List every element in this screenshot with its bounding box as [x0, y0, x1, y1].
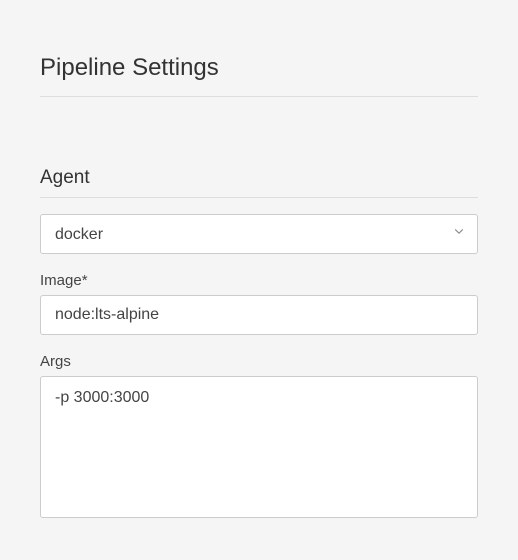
args-textarea[interactable]: -p 3000:3000: [40, 376, 478, 518]
image-field: Image*: [40, 272, 478, 335]
image-input[interactable]: [40, 295, 478, 335]
image-label: Image*: [40, 272, 478, 289]
args-label: Args: [40, 353, 478, 370]
agent-type-select[interactable]: docker: [40, 214, 478, 254]
agent-type-select-wrap: docker: [40, 214, 478, 254]
agent-section-title: Agent: [40, 167, 478, 198]
page-title: Pipeline Settings: [40, 54, 478, 97]
args-field: Args -p 3000:3000: [40, 353, 478, 523]
agent-type-field: docker: [40, 214, 478, 254]
